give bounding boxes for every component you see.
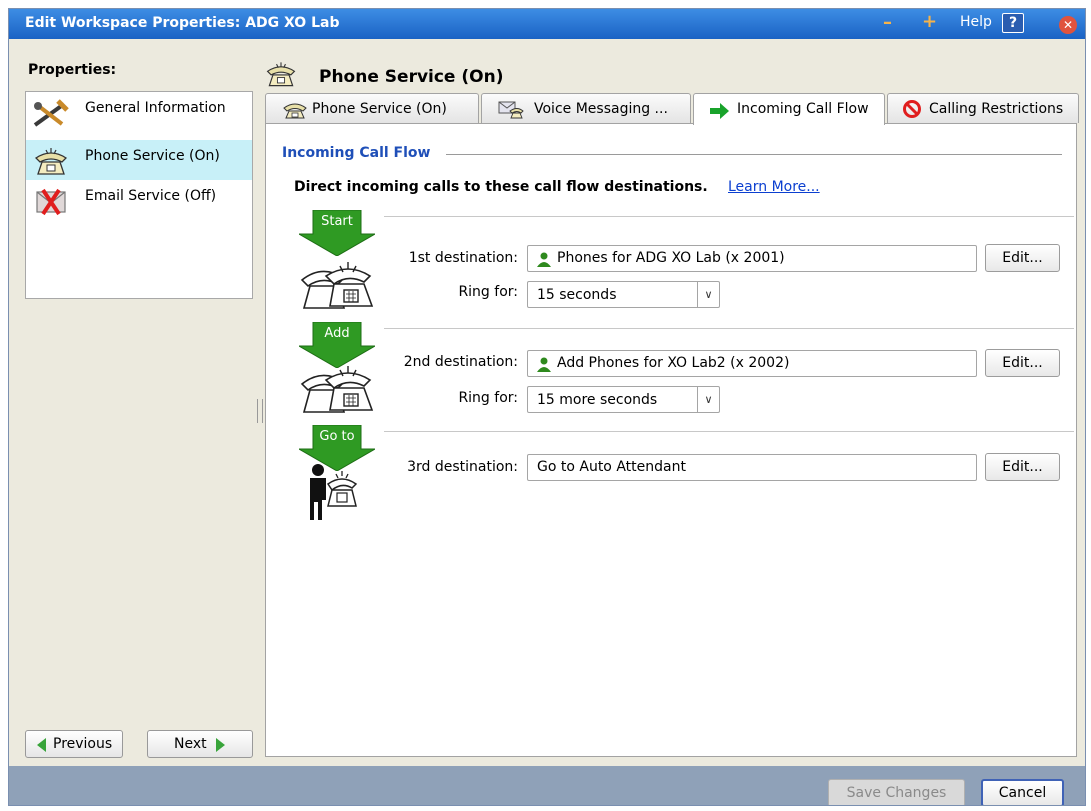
edit-destination-2-button[interactable]: Edit... <box>985 349 1060 377</box>
next-button[interactable]: Next <box>147 730 253 758</box>
sidebar-item-label: General Information <box>85 100 226 116</box>
ring-1-select[interactable]: 15 seconds ∨ <box>527 281 720 308</box>
tab-phone-service[interactable]: Phone Service (On) <box>265 93 479 123</box>
section-divider <box>446 154 1062 155</box>
tab-voice-messaging[interactable]: Voice Messaging ... <box>481 93 691 123</box>
window-title: Edit Workspace Properties: ADG XO Lab <box>25 15 340 31</box>
tab-label: Phone Service (On) <box>312 101 447 117</box>
person-icon <box>537 357 551 372</box>
goto-badge-label: Go to <box>319 429 355 444</box>
ring-2-label: Ring for: <box>458 390 518 406</box>
sidebar-item-label: Email Service (Off) <box>85 188 217 204</box>
email-disabled-icon <box>36 188 66 216</box>
start-badge-label: Start <box>321 214 353 229</box>
sidebar-item-phone-service[interactable]: Phone Service (On) <box>26 140 252 180</box>
tab-label: Voice Messaging ... <box>534 101 668 117</box>
phone-icon <box>266 62 296 87</box>
attendant-icon <box>310 464 358 520</box>
ring-1-value: 15 seconds <box>537 287 617 303</box>
green-arrow-icon <box>710 103 729 119</box>
destination-1-field[interactable]: Phones for ADG XO Lab (x 2001) <box>527 245 977 272</box>
arrow-left-icon <box>37 738 46 752</box>
destination-3-label: 3rd destination: <box>407 459 518 475</box>
destination-2-label: 2nd destination: <box>403 354 518 370</box>
sidebar-item-label: Phone Service (On) <box>85 148 220 164</box>
edit-destination-3-button[interactable]: Edit... <box>985 453 1060 481</box>
arrow-right-icon <box>216 738 225 752</box>
tab-label: Calling Restrictions <box>929 101 1064 117</box>
edit-destination-1-button[interactable]: Edit... <box>985 244 1060 272</box>
maximize-icon[interactable]: + <box>922 11 937 32</box>
tools-icon <box>33 99 69 127</box>
add-badge-label: Add <box>324 326 350 341</box>
previous-button-label: Previous <box>53 736 113 752</box>
chevron-down-icon[interactable]: ∨ <box>697 282 719 307</box>
intro-text: Direct incoming calls to these call flow… <box>294 179 708 195</box>
sidebar-item-email-service[interactable]: Email Service (Off) <box>26 180 252 220</box>
sidebar-item-general-information[interactable]: General Information <box>26 92 252 132</box>
footer-bar: Save Changes Cancel <box>9 766 1085 805</box>
person-icon <box>537 252 551 267</box>
phone-icon <box>283 103 307 119</box>
ring-2-select[interactable]: 15 more seconds ∨ <box>527 386 720 413</box>
phones-icon <box>300 262 374 309</box>
row-separator <box>384 216 1074 217</box>
destination-1-value: Phones for ADG XO Lab (x 2001) <box>557 250 785 266</box>
properties-list: General Information Phone Service (On) E… <box>25 91 253 299</box>
close-icon[interactable]: ✕ <box>1059 16 1077 34</box>
destination-1-label: 1st destination: <box>408 250 518 266</box>
voicemail-icon <box>498 101 524 119</box>
tab-label: Incoming Call Flow <box>737 101 869 117</box>
page-title: Phone Service (On) <box>319 67 504 87</box>
save-changes-button[interactable]: Save Changes <box>828 779 965 805</box>
section-title: Incoming Call Flow <box>282 145 439 161</box>
destination-3-value: Go to Auto Attendant <box>537 459 686 475</box>
next-button-label: Next <box>174 736 207 752</box>
row-separator <box>384 431 1074 432</box>
dialog-window: Edit Workspace Properties: ADG XO Lab – … <box>8 8 1086 806</box>
phone-icon <box>34 148 68 175</box>
previous-button[interactable]: Previous <box>25 730 123 758</box>
panel-splitter-handle[interactable] <box>257 399 263 423</box>
tab-incoming-call-flow[interactable]: Incoming Call Flow <box>693 93 885 125</box>
ring-1-label: Ring for: <box>458 284 518 300</box>
properties-heading: Properties: <box>28 62 117 78</box>
destination-2-value: Add Phones for XO Lab2 (x 2002) <box>557 355 790 371</box>
phones-icon <box>300 366 374 413</box>
minimize-icon[interactable]: – <box>883 12 892 33</box>
ring-2-value: 15 more seconds <box>537 392 658 408</box>
help-icon[interactable]: ? <box>1002 13 1024 33</box>
incoming-call-flow-panel: Incoming Call Flow Direct incoming calls… <box>265 123 1077 757</box>
destination-3-field[interactable]: Go to Auto Attendant <box>527 454 977 481</box>
row-separator <box>384 328 1074 329</box>
title-bar: Edit Workspace Properties: ADG XO Lab – … <box>9 9 1085 39</box>
chevron-down-icon[interactable]: ∨ <box>697 387 719 412</box>
destination-2-field[interactable]: Add Phones for XO Lab2 (x 2002) <box>527 350 977 377</box>
tab-calling-restrictions[interactable]: Calling Restrictions <box>887 93 1079 123</box>
start-badge-wrapper: Start <box>299 210 375 256</box>
no-entry-icon <box>903 100 921 118</box>
help-link[interactable]: Help <box>960 14 992 30</box>
cancel-button[interactable]: Cancel <box>981 779 1064 805</box>
learn-more-link[interactable]: Learn More... <box>728 179 820 195</box>
